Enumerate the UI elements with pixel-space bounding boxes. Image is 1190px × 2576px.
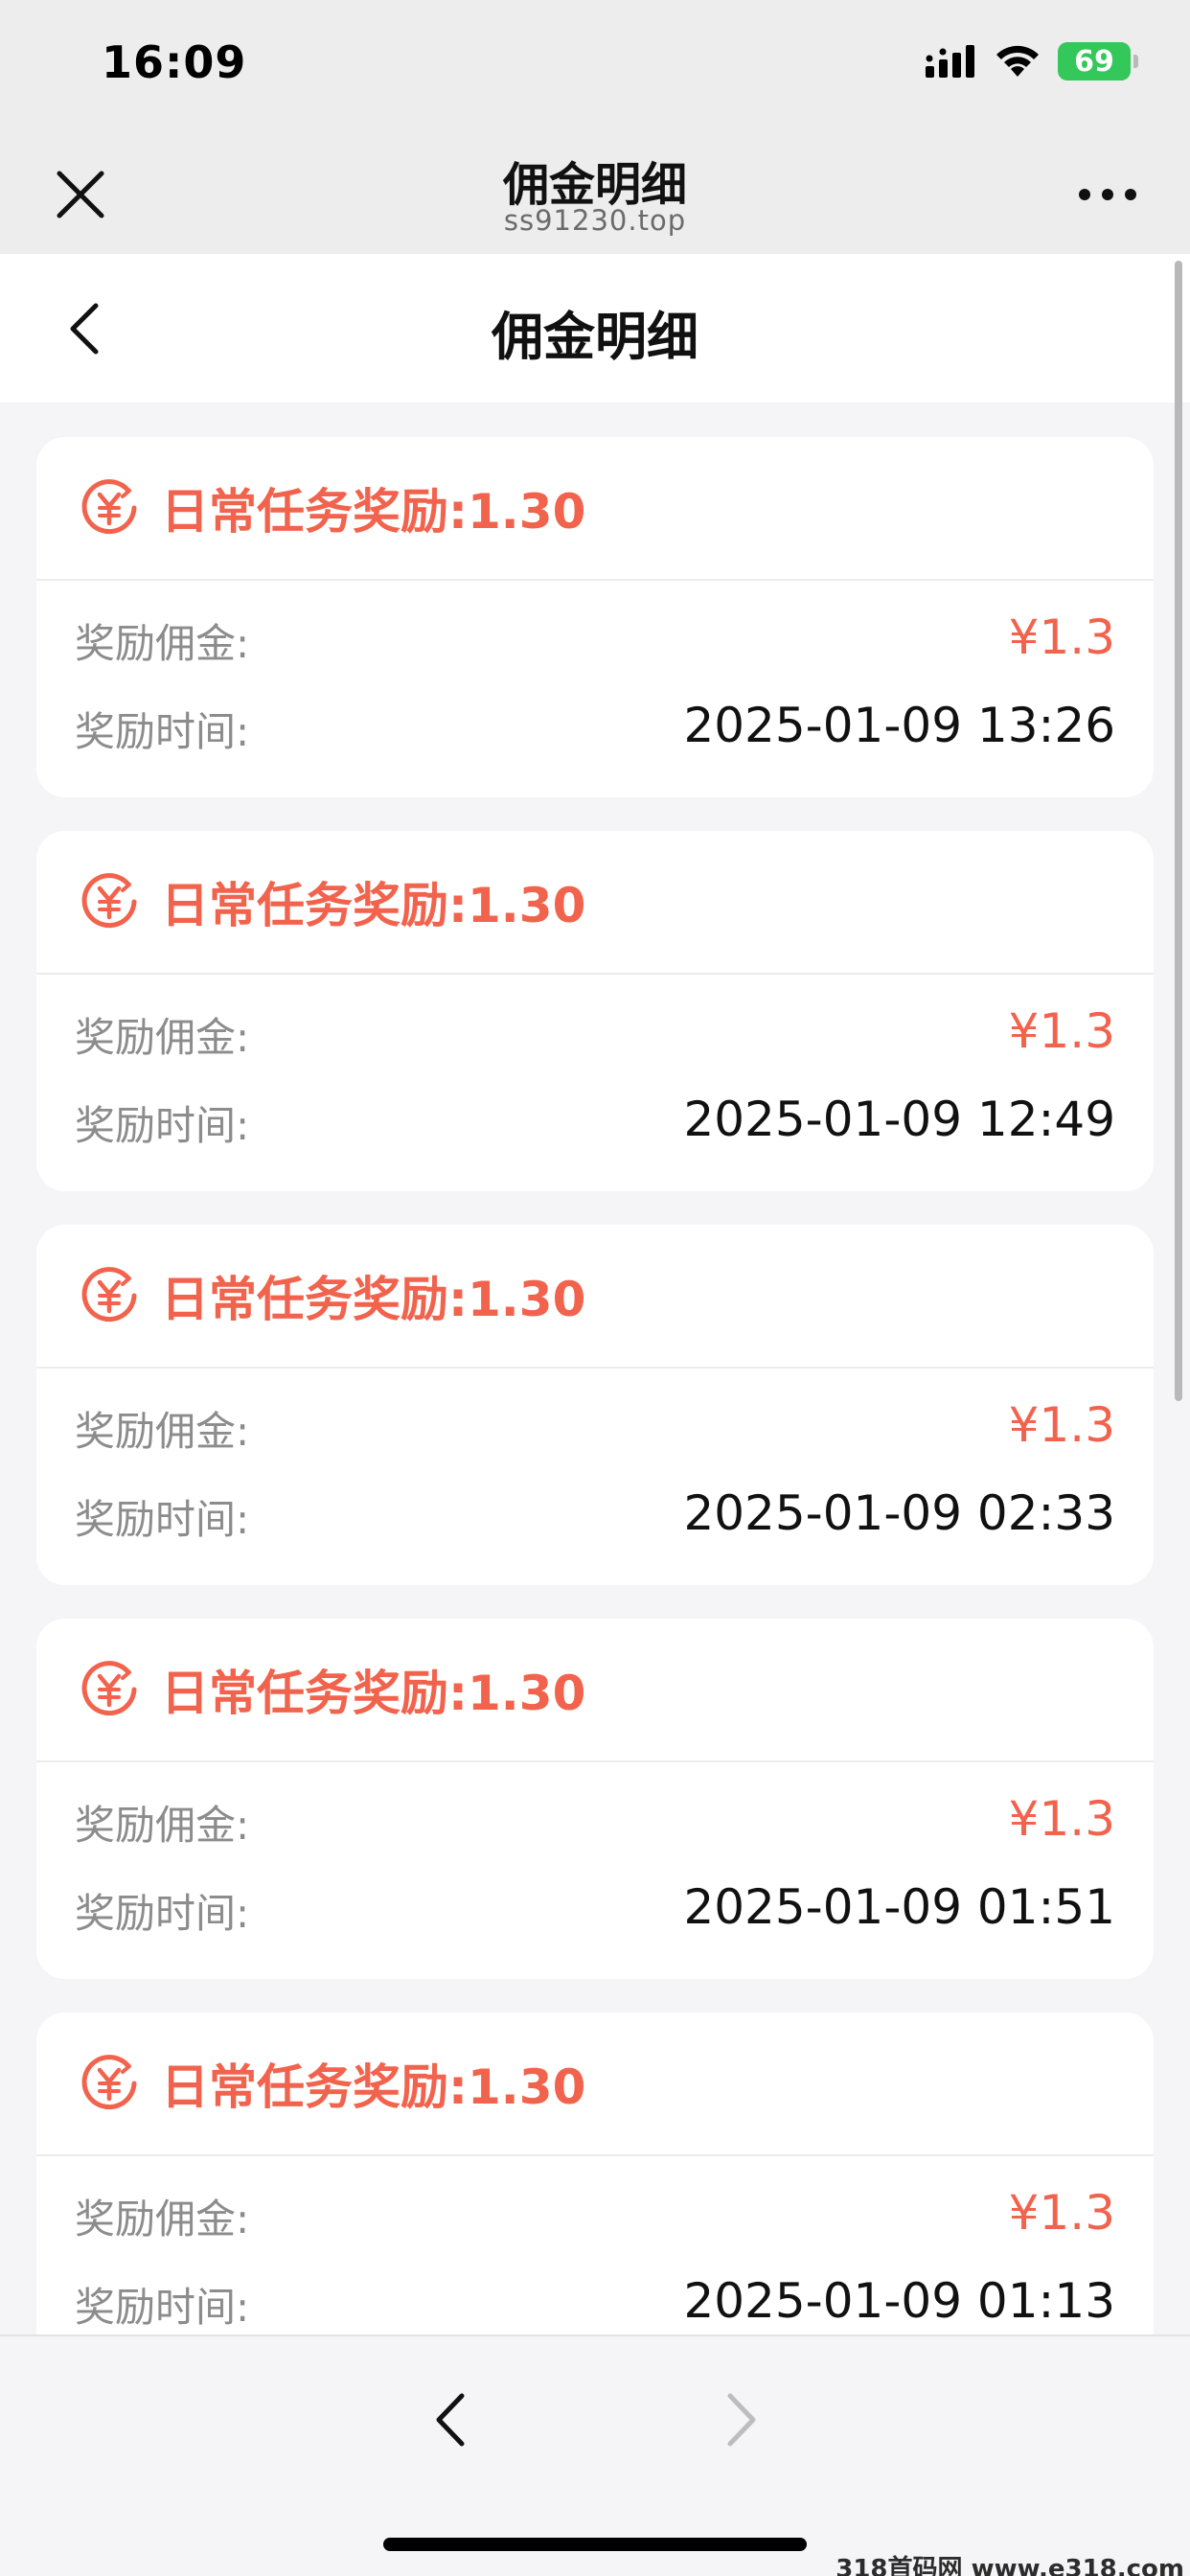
- battery-tip: [1133, 55, 1138, 68]
- card-header: 日常任务奖励:1.30: [36, 2012, 1154, 2156]
- status-icons: 69: [926, 42, 1138, 80]
- time-row: 奖励时间: 2025-01-09 13:26: [36, 686, 1154, 774]
- amount-row: 奖励佣金: ¥1.3: [36, 1780, 1154, 1868]
- nav-forward-icon[interactable]: [713, 2386, 770, 2453]
- amount-row: 奖励佣金: ¥1.3: [36, 598, 1154, 686]
- amount-label: 奖励佣金:: [75, 1014, 250, 1061]
- amount-value: ¥1.3: [1008, 1397, 1115, 1453]
- battery-level: 69: [1074, 44, 1114, 79]
- commission-list: 日常任务奖励:1.30 奖励佣金: ¥1.3 奖励时间: 2025-01-09 …: [36, 437, 1154, 2406]
- commission-card: 日常任务奖励:1.30 奖励佣金: ¥1.3 奖励时间: 2025-01-09 …: [36, 1225, 1154, 1585]
- page-title: 佣金明细: [492, 307, 698, 367]
- card-title: 日常任务奖励:1.30: [161, 2059, 586, 2115]
- status-bar: 16:09 69: [0, 0, 1190, 129]
- card-title: 日常任务奖励:1.30: [161, 1666, 586, 1721]
- card-title: 日常任务奖励:1.30: [161, 1272, 586, 1327]
- status-time: 16:09: [102, 36, 247, 88]
- amount-label: 奖励佣金:: [75, 620, 250, 667]
- time-value: 2025-01-09 13:26: [683, 698, 1115, 753]
- nav-back-icon[interactable]: [422, 2386, 479, 2453]
- amount-row: 奖励佣金: ¥1.3: [36, 992, 1154, 1080]
- amount-value: ¥1.3: [1008, 610, 1115, 665]
- time-label: 奖励时间:: [75, 1102, 250, 1149]
- amount-label: 奖励佣金:: [75, 2196, 250, 2242]
- card-header: 日常任务奖励:1.30: [36, 1225, 1154, 1368]
- commission-card: 日常任务奖励:1.30 奖励佣金: ¥1.3 奖励时间: 2025-01-09 …: [36, 831, 1154, 1191]
- yen-coin-icon: [81, 479, 137, 535]
- time-row: 奖励时间: 2025-01-09 01:51: [36, 1868, 1154, 1956]
- browser-url: ss91230.top: [503, 204, 687, 237]
- time-value: 2025-01-09 02:33: [683, 1485, 1115, 1541]
- screen: 16:09 69 佣金明细 ss91230.top 佣金明细 日常任务奖励:1.…: [0, 0, 1190, 2576]
- cellular-signal-icon: [926, 45, 974, 78]
- time-value: 2025-01-09 12:49: [683, 1092, 1115, 1147]
- amount-row: 奖励佣金: ¥1.3: [36, 1386, 1154, 1474]
- time-label: 奖励时间:: [75, 2284, 250, 2331]
- bottom-toolbar: 318首码网 www.e318.com: [0, 2334, 1190, 2576]
- more-icon[interactable]: [1077, 183, 1138, 206]
- card-title: 日常任务奖励:1.30: [161, 484, 586, 540]
- time-label: 奖励时间:: [75, 1496, 250, 1543]
- commission-card: 日常任务奖励:1.30 奖励佣金: ¥1.3 奖励时间: 2025-01-09 …: [36, 2012, 1154, 2373]
- time-label: 奖励时间:: [75, 1890, 250, 1937]
- card-header: 日常任务奖励:1.30: [36, 437, 1154, 581]
- time-row: 奖励时间: 2025-01-09 12:49: [36, 1080, 1154, 1168]
- time-value: 2025-01-09 01:51: [683, 1879, 1115, 1935]
- browser-header: 佣金明细 ss91230.top: [0, 129, 1190, 254]
- amount-value: ¥1.3: [1008, 2185, 1115, 2241]
- amount-value: ¥1.3: [1008, 1003, 1115, 1059]
- home-indicator[interactable]: [383, 2538, 807, 2551]
- amount-label: 奖励佣金:: [75, 1408, 250, 1455]
- yen-coin-icon: [81, 873, 137, 929]
- battery-indicator: 69: [1058, 42, 1138, 80]
- time-row: 奖励时间: 2025-01-09 02:33: [36, 1474, 1154, 1562]
- yen-coin-icon: [81, 2055, 137, 2110]
- commission-card: 日常任务奖励:1.30 奖励佣金: ¥1.3 奖励时间: 2025-01-09 …: [36, 1619, 1154, 1979]
- card-header: 日常任务奖励:1.30: [36, 831, 1154, 975]
- card-title: 日常任务奖励:1.30: [161, 878, 586, 933]
- yen-coin-icon: [81, 1661, 137, 1716]
- amount-value: ¥1.3: [1008, 1791, 1115, 1847]
- card-header: 日常任务奖励:1.30: [36, 1619, 1154, 1762]
- amount-row: 奖励佣金: ¥1.3: [36, 2174, 1154, 2262]
- commission-card: 日常任务奖励:1.30 奖励佣金: ¥1.3 奖励时间: 2025-01-09 …: [36, 437, 1154, 797]
- time-label: 奖励时间:: [75, 708, 250, 755]
- wifi-icon: [996, 45, 1039, 77]
- yen-coin-icon: [81, 1267, 137, 1322]
- scrollbar[interactable]: [1175, 261, 1182, 1401]
- time-value: 2025-01-09 01:13: [683, 2273, 1115, 2329]
- amount-label: 奖励佣金:: [75, 1802, 250, 1849]
- page-header: 佣金明细: [0, 254, 1190, 402]
- watermark-text: 318首码网 www.e318.com: [835, 2555, 1184, 2576]
